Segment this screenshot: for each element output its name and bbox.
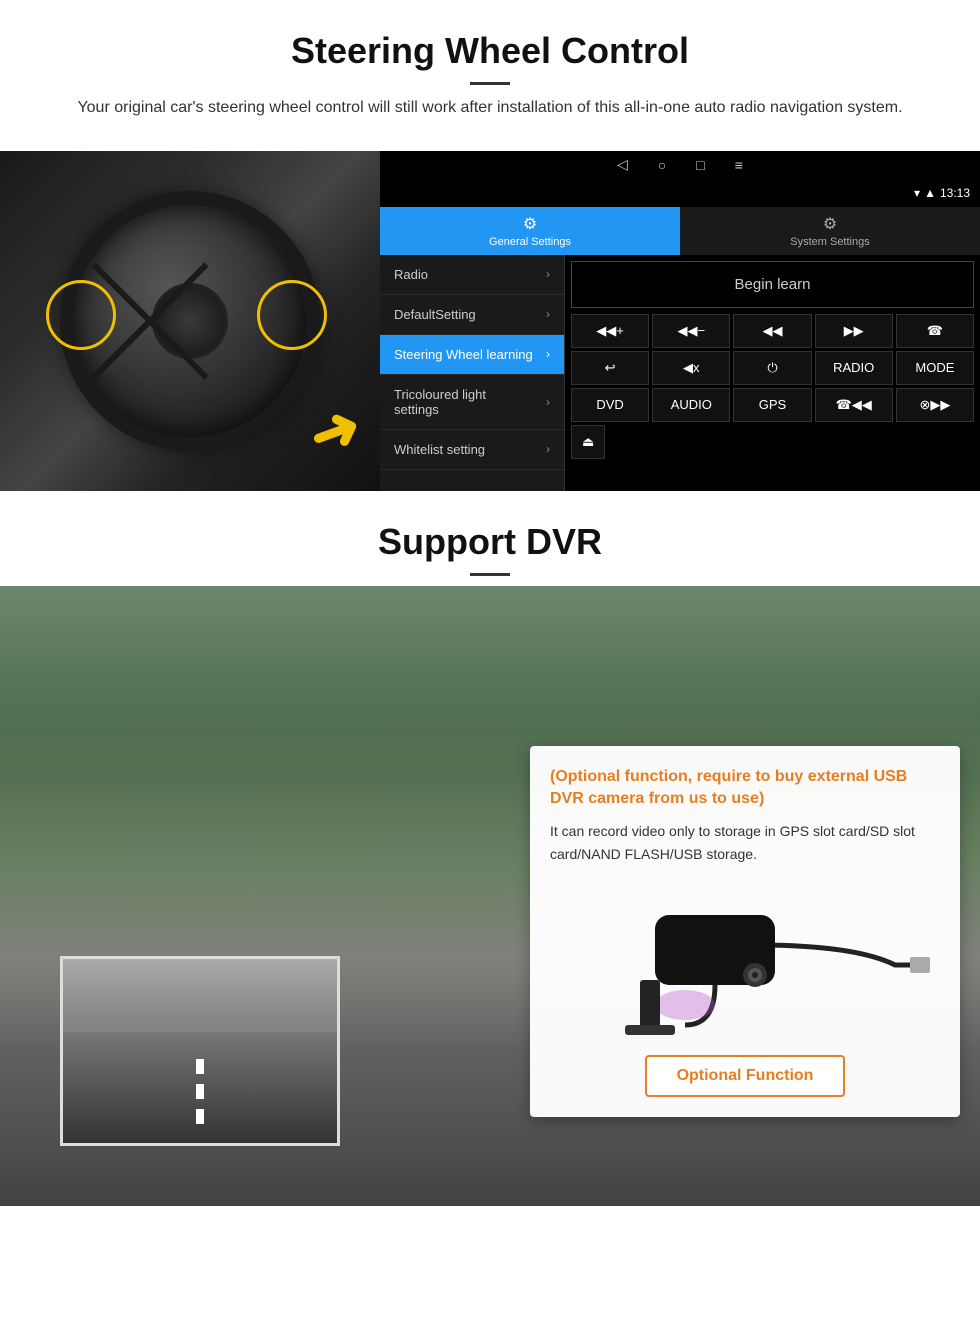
recent-nav-btn[interactable]: □ bbox=[696, 157, 704, 173]
dvr-inset-screenshot bbox=[60, 956, 340, 1146]
inset-road-line bbox=[196, 1051, 204, 1125]
home-nav-btn[interactable]: ○ bbox=[658, 157, 666, 173]
menu-tricoloured-label: Tricoloured lightsettings bbox=[394, 387, 486, 417]
control-row-3: DVD AUDIO GPS ☎◀◀ ⊗▶▶ bbox=[571, 388, 974, 422]
ctrl-radio[interactable]: RADIO bbox=[815, 351, 893, 385]
ctrl-dvd[interactable]: DVD bbox=[571, 388, 649, 422]
menu-default-label: DefaultSetting bbox=[394, 307, 476, 322]
chevron-icon: › bbox=[546, 267, 550, 281]
ctrl-next[interactable]: ▶▶ bbox=[815, 314, 893, 348]
spoke-2 bbox=[148, 262, 209, 323]
ctrl-power[interactable]: ⏻ bbox=[733, 351, 811, 385]
ctrl-tel-prev[interactable]: ☎◀◀ bbox=[815, 388, 893, 422]
ctrl-mute[interactable]: ◀x bbox=[652, 351, 730, 385]
dvr-card-title: (Optional function, require to buy exter… bbox=[550, 766, 940, 811]
android-content: Radio › DefaultSetting › Steering Wheel … bbox=[380, 255, 980, 491]
menu-item-tricoloured[interactable]: Tricoloured lightsettings › bbox=[380, 375, 564, 430]
chevron-icon: › bbox=[546, 307, 550, 321]
menu-radio-label: Radio bbox=[394, 267, 428, 282]
ctrl-audio[interactable]: AUDIO bbox=[652, 388, 730, 422]
ctrl-hangup[interactable]: ↩ bbox=[571, 351, 649, 385]
ctrl-tel-next[interactable]: ⊗▶▶ bbox=[896, 388, 974, 422]
steering-wheel-demo: ➜ ◁ ○ □ ≡ ▾ ▲ 13:13 ⚙ General Setting bbox=[0, 151, 980, 491]
dvr-device-svg bbox=[555, 885, 935, 1035]
status-icons: ▾ ▲ 13:13 bbox=[914, 186, 970, 200]
ctrl-gps[interactable]: GPS bbox=[733, 388, 811, 422]
steering-wheel-section: Steering Wheel Control Your original car… bbox=[0, 0, 980, 491]
android-status-bar: ▾ ▲ 13:13 bbox=[380, 179, 980, 207]
android-nav-bar: ◁ ○ □ ≡ bbox=[380, 151, 980, 179]
gear-icon: ⚙ bbox=[523, 214, 537, 234]
section1-subtitle: Your original car's steering wheel contr… bbox=[60, 95, 920, 121]
ctrl-vol-down[interactable]: ◀◀− bbox=[652, 314, 730, 348]
arrow-indicator: ➜ bbox=[301, 394, 369, 468]
spoke-1 bbox=[148, 318, 209, 379]
dvr-card-body: It can record video only to storage in G… bbox=[550, 820, 940, 865]
chevron-icon: › bbox=[546, 442, 550, 456]
chevron-icon: › bbox=[546, 395, 550, 409]
android-ui-panel: ◁ ○ □ ≡ ▾ ▲ 13:13 ⚙ General Settings ⚙ bbox=[380, 151, 980, 491]
dvr-background: (Optional function, require to buy exter… bbox=[0, 586, 980, 1206]
ctrl-vol-up[interactable]: ◀◀+ bbox=[571, 314, 649, 348]
android-tabs: ⚙ General Settings ⚙ System Settings bbox=[380, 207, 980, 255]
highlight-circle-left bbox=[46, 280, 116, 350]
ctrl-call[interactable]: ☎ bbox=[896, 314, 974, 348]
menu-steering-label: Steering Wheel learning bbox=[394, 347, 533, 362]
tab-general-label: General Settings bbox=[489, 236, 571, 248]
highlight-circle-right bbox=[257, 280, 327, 350]
menu-whitelist-label: Whitelist setting bbox=[394, 442, 485, 457]
menu-item-default[interactable]: DefaultSetting › bbox=[380, 295, 564, 335]
control-row-4: ⏏ bbox=[571, 425, 974, 459]
title-divider bbox=[470, 82, 510, 85]
dvr-info-card: (Optional function, require to buy exter… bbox=[530, 746, 960, 1118]
ctrl-prev[interactable]: ◀◀ bbox=[733, 314, 811, 348]
android-right-panel: Begin learn ◀◀+ ◀◀− ◀◀ ▶▶ ☎ ↩ ◀x ⏻ RADIO… bbox=[565, 255, 980, 491]
android-menu: Radio › DefaultSetting › Steering Wheel … bbox=[380, 255, 565, 491]
dvr-title-area: Support DVR bbox=[0, 491, 980, 586]
back-nav-btn[interactable]: ◁ bbox=[617, 156, 628, 173]
control-row-2: ↩ ◀x ⏻ RADIO MODE bbox=[571, 351, 974, 385]
menu-item-radio[interactable]: Radio › bbox=[380, 255, 564, 295]
dvr-camera-illustration bbox=[550, 880, 940, 1040]
section1-title-area: Steering Wheel Control Your original car… bbox=[0, 0, 980, 151]
gear2-icon: ⚙ bbox=[823, 214, 837, 234]
dvr-section: Support DVR (Optional function, require … bbox=[0, 491, 980, 1206]
dvr-title: Support DVR bbox=[40, 521, 940, 563]
optional-function-button[interactable]: Optional Function bbox=[645, 1055, 846, 1097]
tab-system-settings[interactable]: ⚙ System Settings bbox=[680, 207, 980, 255]
begin-learn-button[interactable]: Begin learn bbox=[571, 261, 974, 308]
menu-nav-btn[interactable]: ≡ bbox=[735, 157, 743, 173]
menu-item-whitelist[interactable]: Whitelist setting › bbox=[380, 430, 564, 470]
clock-display: 13:13 bbox=[940, 186, 970, 200]
steering-wheel-image: ➜ bbox=[0, 151, 380, 491]
menu-item-steering[interactable]: Steering Wheel learning › bbox=[380, 335, 564, 375]
control-row-1: ◀◀+ ◀◀− ◀◀ ▶▶ ☎ bbox=[571, 314, 974, 348]
ctrl-mode[interactable]: MODE bbox=[896, 351, 974, 385]
chevron-icon: › bbox=[546, 347, 550, 361]
tab-general-settings[interactable]: ⚙ General Settings bbox=[380, 207, 680, 255]
dvr-title-divider bbox=[470, 573, 510, 576]
signal-icon: ▲ bbox=[924, 186, 936, 200]
section1-title: Steering Wheel Control bbox=[40, 30, 940, 72]
ctrl-eject[interactable]: ⏏ bbox=[571, 425, 605, 459]
tab-system-label: System Settings bbox=[790, 236, 869, 248]
wifi-icon: ▾ bbox=[914, 186, 920, 200]
